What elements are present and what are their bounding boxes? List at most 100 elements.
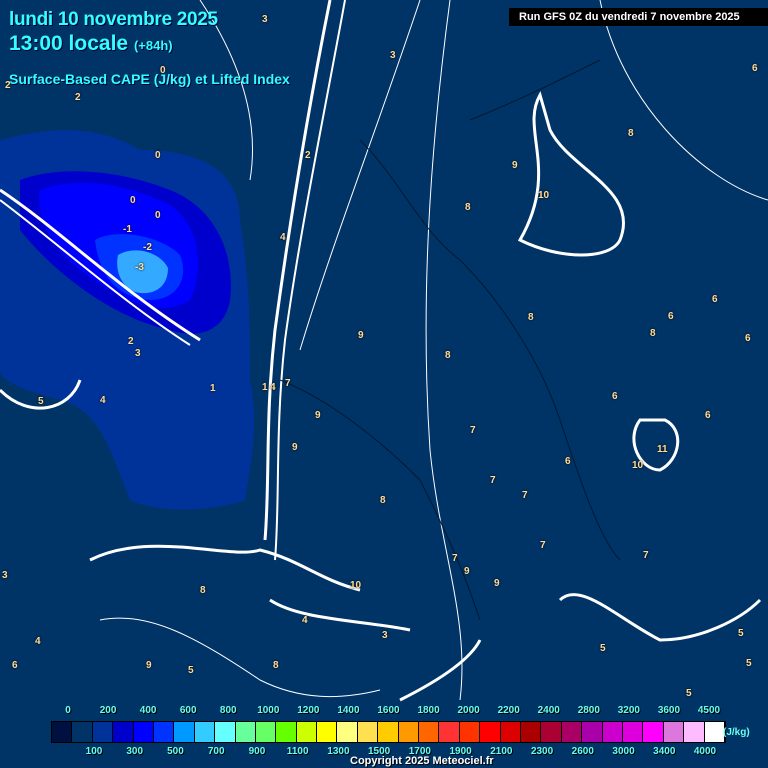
scale-swatch xyxy=(520,722,542,742)
scale-swatch xyxy=(419,722,440,742)
li-value-label: -1 xyxy=(123,224,132,235)
scale-swatch xyxy=(459,722,481,742)
li-value-label: 1 xyxy=(262,382,268,393)
scale-label-bottom: 3000 xyxy=(612,746,635,757)
scale-swatch xyxy=(276,722,297,742)
li-value-label: 8 xyxy=(465,202,471,213)
time-label: 13:00 locale xyxy=(9,32,129,55)
li-value-label: 8 xyxy=(445,350,451,361)
li-value-label: 1 xyxy=(210,383,216,394)
scale-swatch xyxy=(602,722,623,742)
scale-label-bottom: 1300 xyxy=(327,746,350,757)
scale-label-bottom: 900 xyxy=(248,746,266,757)
li-value-label: -2 xyxy=(143,242,152,253)
product-title: Surface-Based CAPE (J/kg) et Lifted Inde… xyxy=(9,71,290,87)
li-value-label: 5 xyxy=(686,688,692,699)
li-value-label: 7 xyxy=(452,553,458,564)
scale-swatch xyxy=(235,722,256,742)
li-value-label: 0 xyxy=(155,210,161,221)
scale-swatch xyxy=(480,722,501,742)
li-value-label: 8 xyxy=(528,312,534,323)
li-value-label: 9 xyxy=(146,660,152,671)
cape-map xyxy=(0,0,768,768)
scale-swatch xyxy=(439,722,460,742)
scale-label-bottom: 500 xyxy=(167,746,184,757)
scale-label-bottom: 2600 xyxy=(571,746,594,757)
scale-label-top: 0 xyxy=(65,705,71,716)
li-value-label: 6 xyxy=(712,294,718,305)
li-value-label: 0 xyxy=(160,65,166,76)
scale-swatch xyxy=(317,722,338,742)
scale-swatch xyxy=(622,722,644,742)
lead-time: (+84h) xyxy=(133,38,173,53)
scale-swatch xyxy=(296,722,318,742)
scale-swatch xyxy=(378,722,399,742)
li-value-label: 4 xyxy=(302,615,308,626)
scale-label-bottom: 100 xyxy=(85,746,103,757)
scale-label-top: 1200 xyxy=(297,705,320,716)
li-value-label: 11 xyxy=(657,444,668,455)
scale-label-bottom: 4000 xyxy=(693,746,717,757)
run-info: Run GFS 0Z du vendredi 7 novembre 2025 xyxy=(509,8,768,26)
li-value-label: 2 xyxy=(128,336,134,347)
scale-label-top: 800 xyxy=(219,705,237,716)
li-value-label: 9 xyxy=(494,578,500,589)
li-value-label: 0 xyxy=(155,150,161,161)
cape-color-scale xyxy=(51,721,726,743)
li-value-label: 5 xyxy=(188,665,194,676)
li-value-label: 9 xyxy=(358,330,364,341)
li-value-label: 8 xyxy=(200,585,206,596)
li-value-label: 8 xyxy=(273,660,279,671)
li-value-label: 7 xyxy=(522,490,528,501)
scale-swatch xyxy=(541,722,562,742)
li-value-label: 4 xyxy=(100,395,106,406)
li-value-label: 8 xyxy=(628,128,634,139)
scale-label-top: 1000 xyxy=(257,705,280,716)
li-value-label: 9 xyxy=(464,566,470,577)
scale-label-top: 2000 xyxy=(457,705,480,716)
li-value-label: 2 xyxy=(305,150,311,161)
li-value-label: 5 xyxy=(746,658,752,669)
li-value-label: 10 xyxy=(538,190,550,201)
scale-swatch xyxy=(684,722,705,742)
li-value-label: 9 xyxy=(292,442,298,453)
li-value-label: 7 xyxy=(490,475,496,486)
legend-unit: (J/kg) xyxy=(723,727,750,738)
scale-swatch xyxy=(72,722,93,742)
li-value-label: 0 xyxy=(130,195,136,206)
scale-label-bottom: 300 xyxy=(126,746,144,757)
li-value-label: 8 xyxy=(650,328,656,339)
scale-label-bottom: 2300 xyxy=(530,746,554,757)
scale-swatch xyxy=(194,722,216,742)
forecast-time: 13:00 locale (+84h) xyxy=(9,32,173,56)
forecast-date: lundi 10 novembre 2025 xyxy=(9,9,218,30)
li-value-label: 3 xyxy=(135,348,141,359)
scale-swatch xyxy=(113,722,134,742)
scale-swatch xyxy=(337,722,358,742)
scale-label-bottom: 700 xyxy=(207,746,225,757)
li-value-label: 8 xyxy=(380,495,386,506)
scale-swatch xyxy=(561,722,583,742)
scale-label-top: 3600 xyxy=(657,705,681,716)
li-value-label: 6 xyxy=(745,333,751,344)
li-value-label: 3 xyxy=(382,630,388,641)
scale-label-top: 2200 xyxy=(497,705,520,716)
li-value-label: 5 xyxy=(38,396,44,407)
scale-label-top: 2800 xyxy=(577,705,600,716)
li-value-label: 6 xyxy=(565,456,571,467)
scale-swatch xyxy=(704,722,725,742)
li-value-label: 6 xyxy=(612,391,618,402)
li-value-label: 7 xyxy=(285,378,291,389)
li-value-label: 5 xyxy=(600,643,606,654)
li-value-label: 4 xyxy=(270,382,276,393)
li-value-label: 9 xyxy=(512,160,518,171)
li-value-label: 2 xyxy=(75,92,81,103)
scale-label-bottom: 1100 xyxy=(286,746,309,757)
li-value-label: 7 xyxy=(643,550,649,561)
li-value-label: 4 xyxy=(35,636,41,647)
scale-label-bottom: 3400 xyxy=(653,746,676,757)
li-value-label: 3 xyxy=(262,14,268,25)
scale-swatch xyxy=(215,722,236,742)
scale-label-top: 3200 xyxy=(617,705,640,716)
scale-swatch xyxy=(398,722,420,742)
